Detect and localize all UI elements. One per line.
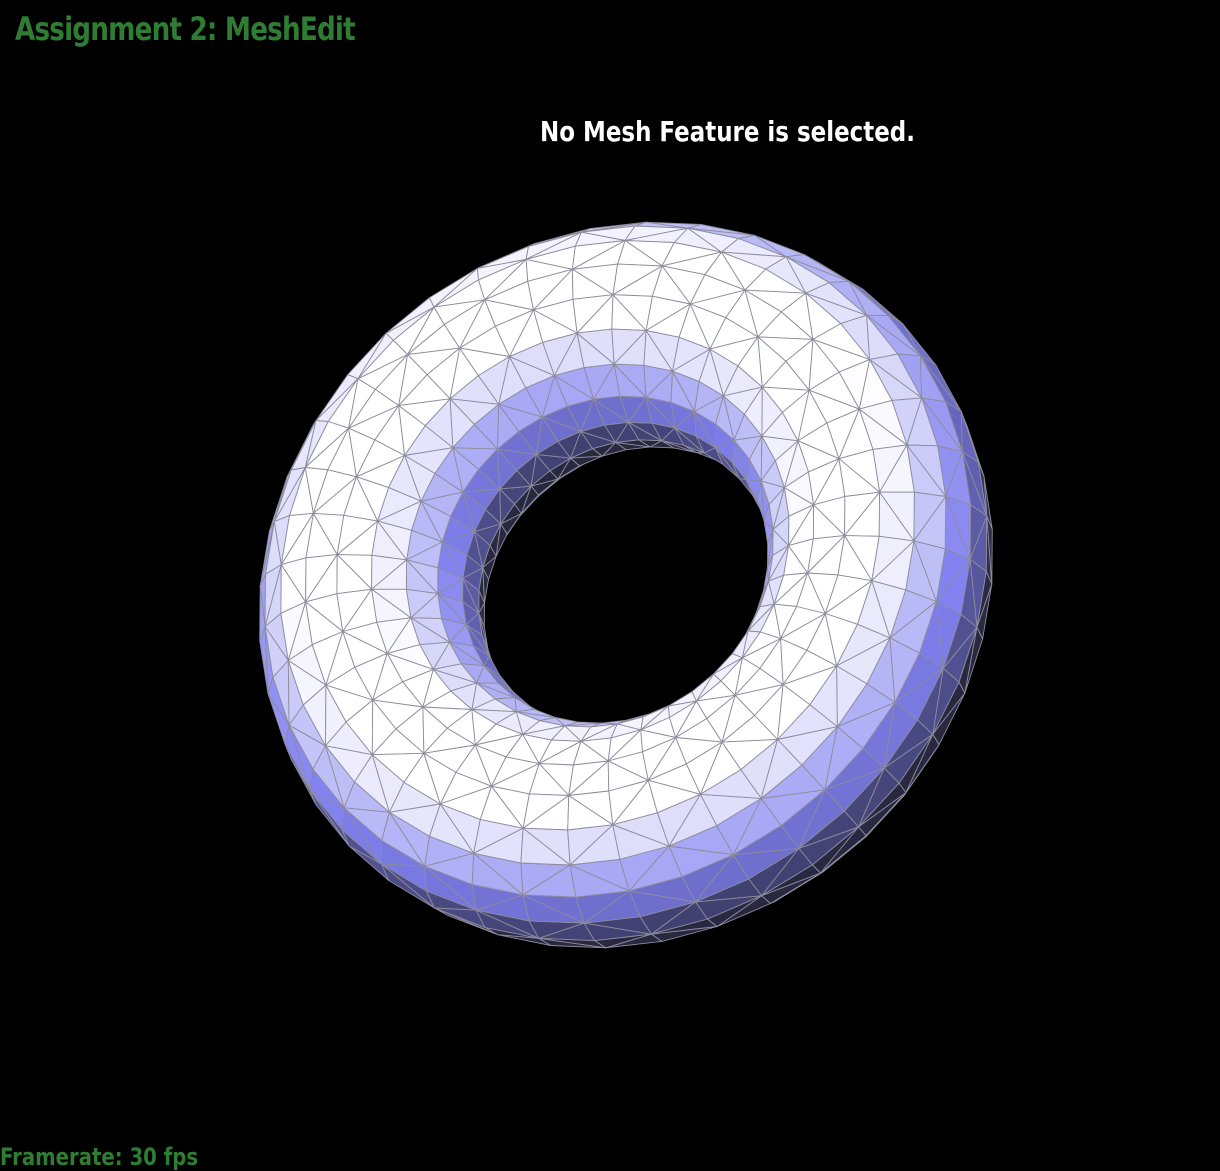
framerate-readout: Framerate: 30 fps (0, 1143, 199, 1171)
torus-mesh[interactable] (0, 0, 1220, 1158)
app-title: Assignment 2: MeshEdit (15, 10, 356, 48)
mesh-faces[interactable] (259, 221, 993, 949)
mesh-viewport[interactable] (0, 0, 1220, 1158)
selection-status: No Mesh Feature is selected. (540, 115, 915, 148)
